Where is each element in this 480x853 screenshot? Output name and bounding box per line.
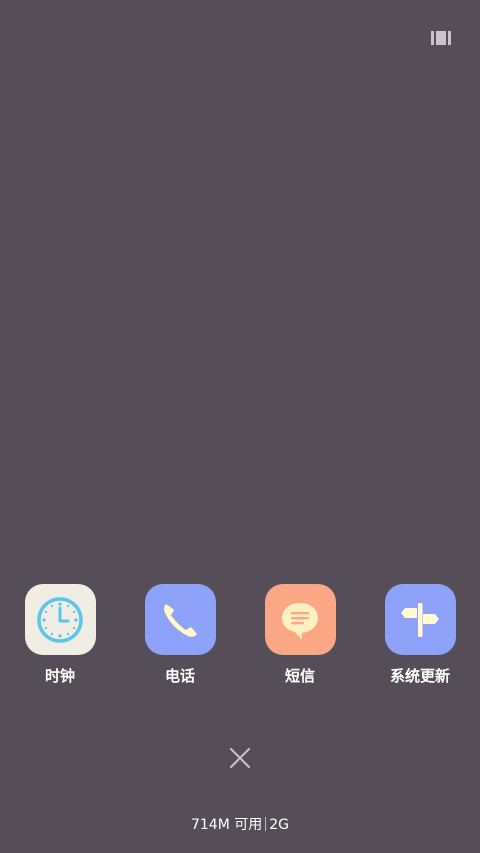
recent-apps-row: 时钟 电话 短信 系统更新 [0, 584, 480, 694]
message-icon [282, 602, 318, 640]
clock-app-tile[interactable] [24, 584, 96, 655]
messages-app-tile[interactable] [264, 584, 336, 655]
memory-divider [265, 817, 267, 831]
memory-status: 714M 可用 2G [0, 815, 480, 835]
recent-app-phone[interactable]: 电话 [120, 584, 240, 685]
memory-available: 714M 可用 [190, 817, 263, 833]
recent-app-system-update[interactable]: 系统更新 [360, 584, 480, 685]
memory-total: 2G [269, 817, 290, 833]
app-label: 短信 [284, 667, 315, 685]
recent-app-clock[interactable]: 时钟 [0, 584, 120, 685]
app-label: 时钟 [44, 667, 75, 685]
clock-icon [37, 596, 83, 643]
signpost-icon [401, 602, 439, 637]
system-update-app-tile[interactable] [384, 584, 456, 655]
recent-app-messages[interactable]: 短信 [240, 584, 360, 685]
phone-icon [164, 603, 197, 637]
phone-app-tile[interactable] [144, 584, 216, 655]
task-view-icon[interactable] [431, 30, 451, 46]
close-icon [230, 748, 250, 768]
clear-all-button[interactable] [228, 746, 252, 770]
app-label: 电话 [164, 667, 195, 685]
app-label: 系统更新 [389, 667, 450, 685]
